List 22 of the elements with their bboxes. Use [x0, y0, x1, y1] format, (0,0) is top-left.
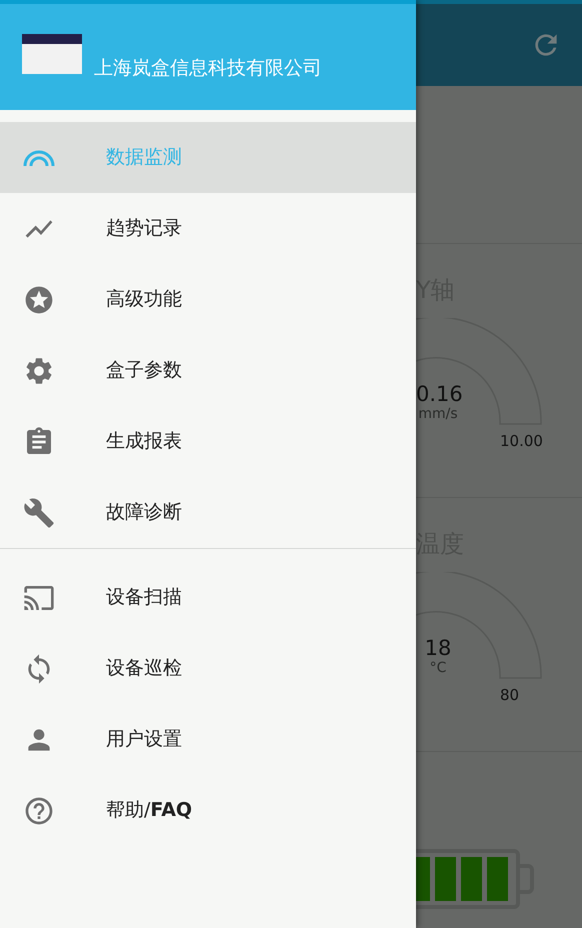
logo-image	[22, 34, 82, 74]
star-icon	[23, 284, 55, 316]
gauge-unit: mm/s	[417, 407, 459, 421]
menu-item[interactable]: 设备扫描	[0, 562, 416, 633]
menu-item[interactable]: 用户设置	[0, 704, 416, 775]
menu-item[interactable]: 高级功能	[0, 264, 416, 335]
menu-item[interactable]: 设备巡检	[0, 633, 416, 704]
menu-item[interactable]: 帮助/FAQ	[0, 775, 416, 846]
gauge-value: 18	[424, 638, 452, 659]
gauge-max: 10.00	[500, 434, 543, 449]
menu-item[interactable]: 趋势记录	[0, 193, 416, 264]
wrench-icon	[23, 496, 55, 528]
arcs-icon	[22, 148, 56, 168]
company-name: 上海岚盒信息科技有限公司	[94, 56, 322, 80]
menu-item[interactable]: 生成报表	[0, 406, 416, 477]
help-icon	[23, 794, 55, 826]
gauge-max: 80	[500, 688, 520, 703]
menu-item[interactable]: 故障诊断	[0, 477, 416, 548]
battery-icon	[416, 848, 534, 910]
gauge-unit: °C	[428, 661, 448, 675]
gauge-value: 0.16	[416, 384, 460, 405]
menu-item[interactable]: 盒子参数	[0, 335, 416, 406]
